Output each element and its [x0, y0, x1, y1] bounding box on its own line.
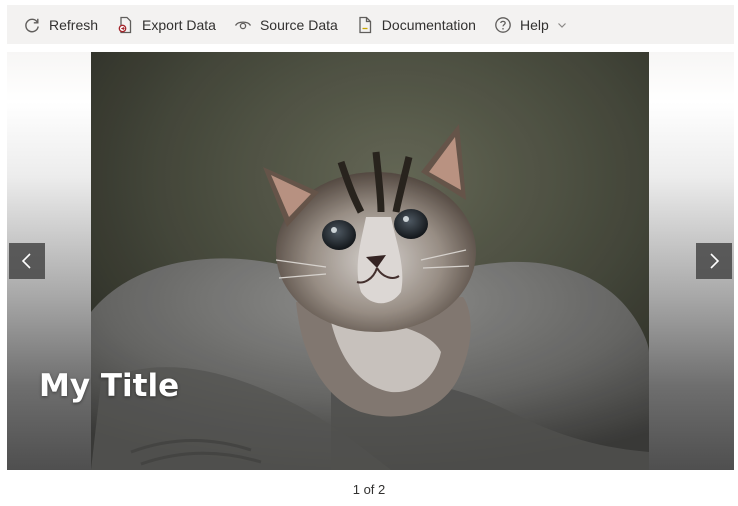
export-data-icon [116, 16, 134, 34]
chevron-down-icon [557, 20, 567, 30]
refresh-button[interactable]: Refresh [17, 9, 104, 41]
toolbar: Refresh Export Data Source Data Document… [7, 5, 734, 44]
chevron-left-icon [18, 252, 36, 270]
documentation-label: Documentation [381, 16, 476, 33]
slide-title: My Title [39, 368, 180, 404]
export-data-button[interactable]: Export Data [110, 9, 222, 41]
next-slide-button[interactable] [696, 243, 732, 279]
image-carousel: My Title [7, 52, 734, 470]
slide-pager: 1 of 2 [352, 482, 386, 497]
help-label: Help [519, 16, 549, 33]
export-data-label: Export Data [142, 16, 216, 33]
slide-image [91, 52, 649, 470]
documentation-button[interactable]: Documentation [350, 9, 482, 41]
source-data-label: Source Data [259, 16, 338, 33]
source-data-button[interactable]: Source Data [228, 9, 344, 41]
previous-slide-button[interactable] [9, 243, 45, 279]
help-icon [494, 16, 512, 34]
eye-icon [234, 16, 252, 34]
help-button[interactable]: Help [488, 9, 573, 41]
document-icon [356, 16, 374, 34]
viewer: Refresh Export Data Source Data Document… [0, 0, 738, 506]
chevron-right-icon [705, 252, 723, 270]
refresh-icon [23, 16, 41, 34]
refresh-label: Refresh [49, 16, 99, 33]
